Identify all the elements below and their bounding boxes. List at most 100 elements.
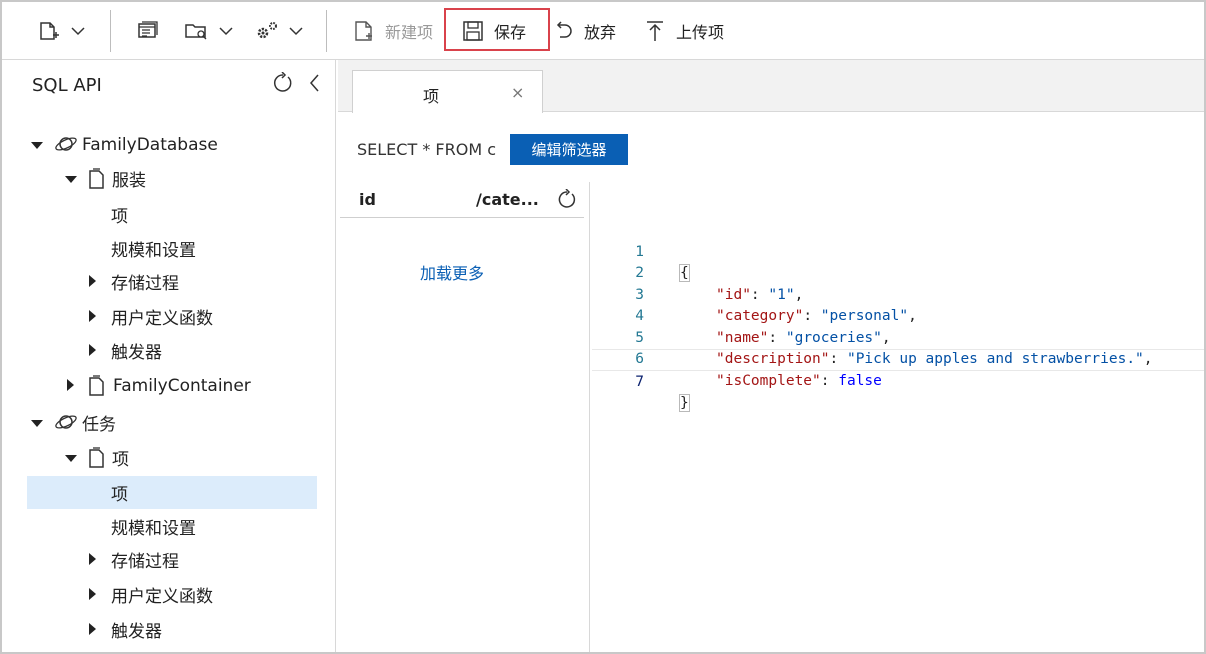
column-header-partition-key[interactable]: /cate...	[476, 190, 539, 209]
settings-menu[interactable]	[254, 2, 306, 60]
tab-items[interactable]: 项 ×	[352, 70, 543, 113]
tree-label: 项	[111, 485, 128, 505]
api-title: SQL API	[32, 75, 102, 96]
toolbar-divider	[326, 10, 327, 52]
code-text: }	[679, 393, 690, 415]
container-icon	[89, 375, 104, 396]
tree-node-triggers[interactable]: 触发器	[27, 334, 317, 367]
new-item-button[interactable]: 新建项	[352, 2, 433, 60]
tree-node-udfs[interactable]: 用户定义函数	[27, 578, 317, 611]
tab-bar: 项 ×	[338, 60, 1204, 113]
tree-node-familydatabase[interactable]: FamilyDatabase	[27, 128, 317, 161]
tree-label: 项	[111, 207, 128, 227]
refresh-icon[interactable]	[272, 72, 294, 94]
code-line: 5 "description": "Pick up apples and str…	[592, 306, 1204, 368]
discard-label: 放弃	[584, 23, 617, 42]
save-label: 保存	[494, 23, 527, 42]
tree-node-udfs[interactable]: 用户定义函数	[27, 300, 317, 333]
database-icon	[55, 137, 77, 151]
tree-label: 任务	[82, 415, 116, 435]
new-container-icon	[40, 22, 59, 40]
caret-collapsed-icon	[89, 275, 96, 287]
toolbar-divider	[110, 10, 111, 52]
documents-list: id /cate... 加载更多	[340, 182, 590, 652]
close-brace: }	[679, 394, 690, 412]
tree-label: 存储过程	[111, 274, 179, 294]
code-line: 3 "category": "personal",	[592, 263, 1204, 325]
caret-expanded-icon	[65, 176, 77, 183]
tree-label: 触发器	[111, 343, 162, 363]
save-button[interactable]: 保存	[462, 2, 526, 60]
code-line: 6 "isComplete": false	[592, 328, 1204, 389]
tree-label: 规模和设置	[111, 519, 196, 539]
caret-collapsed-icon	[89, 588, 96, 600]
tree-node-triggers[interactable]: 触发器	[27, 613, 317, 646]
json-editor[interactable]: 1 { 2 "id": "1", 3 "category": "personal…	[592, 182, 1204, 652]
tree-node-container-clothing[interactable]: 服装	[27, 162, 317, 195]
tree-label: 规模和设置	[111, 241, 196, 261]
tree-label: 触发器	[111, 622, 162, 642]
chevron-down-icon	[71, 27, 85, 36]
upload-item-button[interactable]: 上传项	[645, 2, 724, 60]
discard-button[interactable]: 放弃	[554, 2, 616, 60]
edit-filter-button[interactable]: 编辑筛选器	[510, 134, 628, 165]
tree-node-familycontainer[interactable]: FamilyContainer	[27, 369, 317, 402]
code-line: 4 "name": "groceries",	[592, 285, 1204, 346]
tree-label: 用户定义函数	[111, 309, 213, 329]
column-header-id[interactable]: id	[359, 190, 376, 209]
save-icon	[463, 21, 483, 41]
undo-icon	[556, 21, 572, 38]
new-container-menu[interactable]	[38, 2, 88, 60]
gear-icon	[257, 22, 277, 39]
list-header: id /cate...	[340, 182, 584, 218]
code-line-current: 7 }	[592, 349, 1204, 412]
caret-collapsed-icon	[89, 344, 96, 356]
caret-expanded-icon	[31, 142, 43, 149]
resource-tree-panel: SQL API FamilyDatabase 服装 项 规模和设置 存储过程 用…	[2, 60, 336, 652]
caret-collapsed-icon	[89, 623, 96, 635]
query-text: SELECT * FROM c	[357, 140, 497, 159]
json-value: false	[838, 372, 882, 389]
caret-collapsed-icon	[67, 379, 74, 391]
code-line: 1 {	[592, 220, 1204, 282]
tree-node-tasks-database[interactable]: 任务	[27, 406, 317, 439]
tree-label: 项	[112, 450, 129, 470]
tree-node-stored-procedures[interactable]: 存储过程	[27, 265, 317, 298]
tab-label: 项	[423, 87, 440, 106]
code-text: "isComplete": false	[716, 372, 882, 389]
tree-label: 存储过程	[111, 552, 179, 572]
chevron-down-icon	[219, 27, 233, 36]
open-folder-menu[interactable]	[184, 2, 236, 60]
tree-label: 服装	[112, 171, 146, 191]
caret-collapsed-icon	[89, 553, 96, 565]
code-line: 2 "id": "1",	[592, 242, 1204, 303]
database-icon	[55, 415, 77, 429]
close-icon[interactable]: ×	[511, 83, 524, 102]
refresh-icon[interactable]	[557, 189, 577, 209]
caret-expanded-icon	[31, 420, 43, 427]
tree-node-scale-settings[interactable]: 规模和设置	[27, 510, 317, 543]
app-frame: 新建项 保存 放弃 上传项 SQL API FamilyDatabase 服装 …	[0, 0, 1206, 654]
tree-node-items-container[interactable]: 项	[27, 441, 317, 474]
container-icon	[89, 447, 104, 468]
query-window-icon	[138, 21, 158, 38]
load-more-link[interactable]: 加载更多	[420, 260, 484, 284]
container-icon	[89, 168, 104, 189]
tree-label: FamilyContainer	[113, 375, 251, 396]
toolbar: 新建项 保存 放弃 上传项	[2, 2, 1204, 60]
open-query-button[interactable]	[136, 2, 160, 60]
collapse-panel-icon[interactable]	[306, 72, 322, 94]
tree-node-stored-procedures[interactable]: 存储过程	[27, 543, 317, 576]
upload-icon	[647, 21, 663, 41]
upload-item-label: 上传项	[676, 23, 725, 42]
tree-node-scale-settings[interactable]: 规模和设置	[27, 232, 317, 265]
caret-collapsed-icon	[89, 310, 96, 322]
tree-node-items[interactable]: 项	[27, 198, 317, 231]
json-key: "isComplete"	[716, 372, 821, 389]
new-item-label: 新建项	[385, 23, 434, 42]
tree-node-items-selected[interactable]: 项	[27, 476, 317, 509]
line-number: 7	[635, 373, 644, 390]
tree-label: FamilyDatabase	[82, 134, 218, 155]
folder-search-icon	[185, 24, 207, 40]
caret-expanded-icon	[65, 455, 77, 462]
